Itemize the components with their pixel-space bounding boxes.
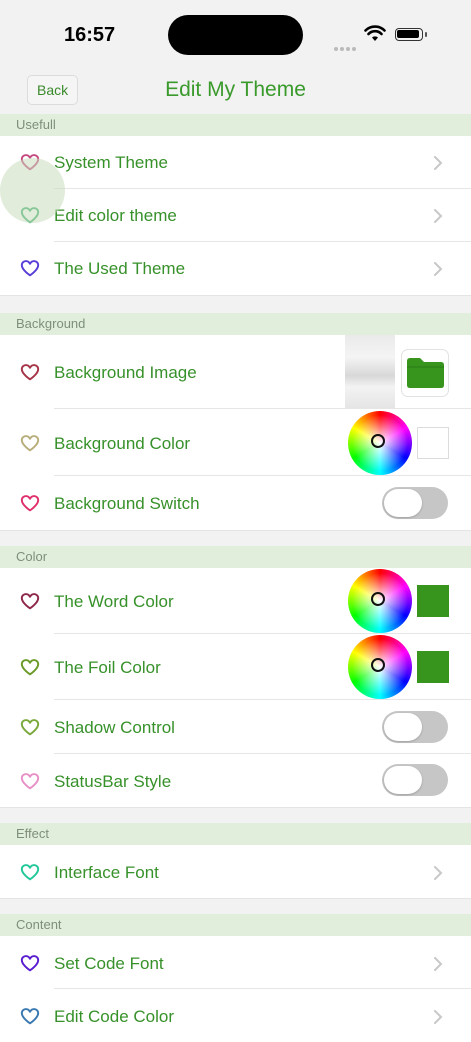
status-bar: 16:57 — [0, 0, 471, 70]
group-effect: Interface Font — [0, 845, 471, 899]
color-swatch[interactable] — [417, 585, 449, 617]
heart-icon — [20, 659, 40, 676]
row-label: Background Color — [54, 434, 191, 453]
chevron-right-icon — [434, 209, 443, 223]
background-image-thumbnail[interactable] — [345, 335, 395, 409]
row-label: Background Switch — [54, 494, 200, 513]
row-label: The Used Theme — [54, 259, 186, 278]
background-switch-toggle[interactable] — [382, 487, 448, 519]
navigation-bar: Back Edit My Theme — [0, 70, 471, 114]
heart-icon — [20, 364, 40, 381]
row-label: StatusBar Style — [54, 772, 172, 791]
row-label: System Theme — [54, 153, 169, 172]
chevron-right-icon — [434, 957, 443, 971]
group-content: Set Code Font Edit Code Color — [0, 936, 471, 1042]
section-header-content: Content — [0, 914, 471, 936]
color-wheel-picker[interactable] — [348, 411, 412, 475]
status-time: 16:57 — [64, 24, 116, 46]
row-statusbar-style[interactable]: StatusBar Style — [0, 754, 471, 807]
page-title: Edit My Theme — [165, 78, 306, 101]
color-wheel-picker[interactable] — [348, 569, 412, 633]
battery-icon — [395, 28, 423, 41]
row-label: Set Code Font — [54, 954, 164, 973]
row-edit-code-color[interactable]: Edit Code Color — [0, 989, 471, 1042]
color-swatch[interactable] — [417, 651, 449, 683]
row-label: The Word Color — [54, 592, 174, 611]
dynamic-island — [168, 15, 303, 55]
statusbar-style-toggle[interactable] — [382, 764, 448, 796]
color-wheel-picker[interactable] — [348, 635, 412, 699]
row-label: Edit color theme — [54, 206, 177, 225]
folder-button[interactable] — [401, 349, 449, 397]
heart-icon — [20, 955, 40, 972]
row-background-image[interactable]: Background Image — [0, 335, 471, 409]
row-foil-color[interactable]: The Foil Color — [0, 634, 471, 700]
chevron-right-icon — [434, 262, 443, 276]
row-used-theme[interactable]: The Used Theme — [0, 242, 471, 295]
heart-icon — [20, 1008, 40, 1025]
row-background-switch[interactable]: Background Switch — [0, 476, 471, 530]
group-usefull: System Theme Edit color theme The Used T… — [0, 136, 471, 296]
group-background: Background Image Background Color Backgr… — [0, 335, 471, 531]
heart-icon — [20, 719, 40, 736]
row-set-code-font[interactable]: Set Code Font — [0, 936, 471, 989]
heart-icon — [20, 260, 40, 277]
row-edit-color-theme[interactable]: Edit color theme — [0, 189, 471, 242]
color-swatch[interactable] — [417, 427, 449, 459]
row-shadow-control[interactable]: Shadow Control — [0, 700, 471, 754]
row-label: The Foil Color — [54, 658, 161, 677]
heart-icon — [20, 435, 40, 452]
row-system-theme[interactable]: System Theme — [0, 136, 471, 189]
heart-icon — [20, 495, 40, 512]
row-label: Shadow Control — [54, 718, 175, 737]
touch-indicator — [0, 158, 65, 223]
row-word-color[interactable]: The Word Color — [0, 568, 471, 634]
shadow-control-toggle[interactable] — [382, 711, 448, 743]
group-color: The Word Color The Foil Color Shadow Con… — [0, 568, 471, 808]
heart-icon — [20, 593, 40, 610]
chevron-right-icon — [434, 866, 443, 880]
section-header-effect: Effect — [0, 823, 471, 845]
cellular-signal-icon — [334, 38, 358, 51]
section-header-color: Color — [0, 546, 471, 568]
heart-icon — [20, 773, 40, 790]
chevron-right-icon — [434, 1010, 443, 1024]
row-interface-font[interactable]: Interface Font — [0, 845, 471, 898]
section-header-usefull: Usefull — [0, 114, 471, 136]
wifi-icon — [364, 25, 386, 41]
section-header-background: Background — [0, 313, 471, 335]
row-label: Background Image — [54, 363, 197, 382]
folder-icon — [407, 358, 444, 388]
row-label: Interface Font — [54, 863, 159, 882]
heart-icon — [20, 864, 40, 881]
chevron-right-icon — [434, 156, 443, 170]
row-label: Edit Code Color — [54, 1007, 175, 1026]
row-background-color[interactable]: Background Color — [0, 409, 471, 476]
